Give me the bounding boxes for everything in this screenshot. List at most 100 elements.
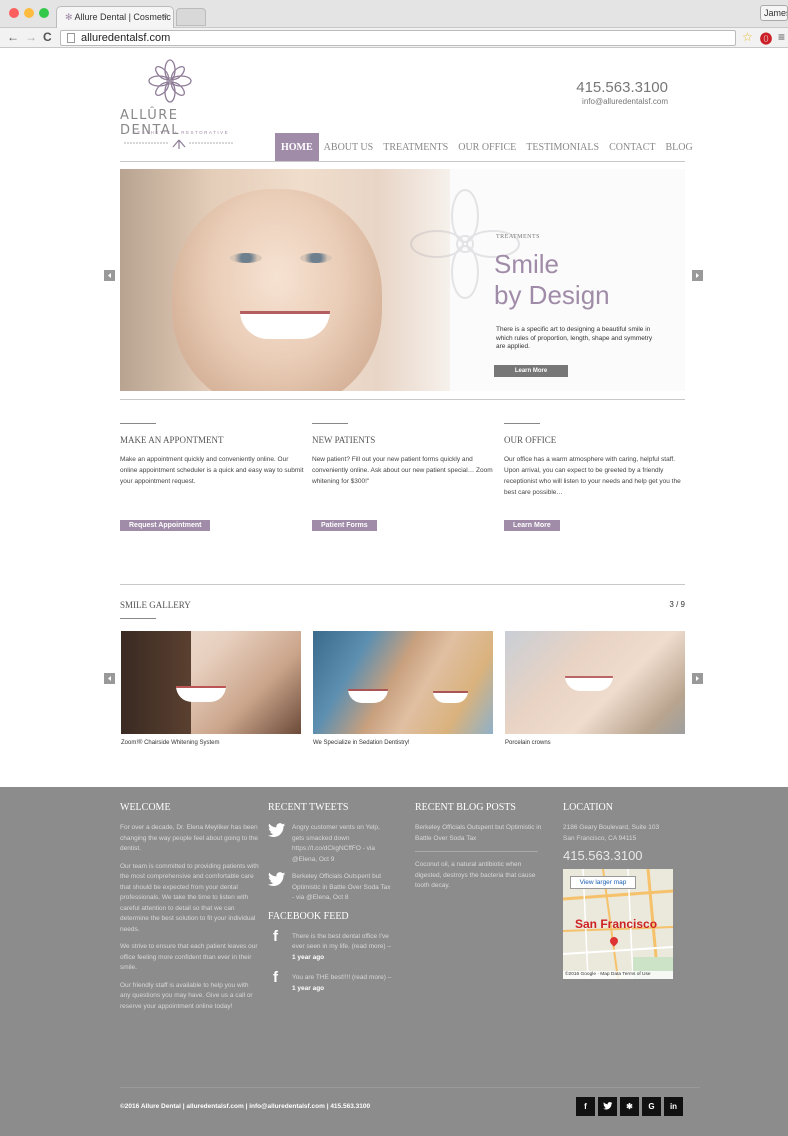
facebook-icon: f	[273, 927, 278, 945]
gallery-image-sedation[interactable]	[313, 631, 493, 734]
hero-next-arrow-icon[interactable]	[692, 270, 703, 281]
gallery-caption-sedation: We Specialize in Sedation Dentistry!	[313, 740, 410, 746]
social-links: f ✱ G in	[576, 1097, 683, 1116]
new-patients-column: NEW PATIENTS New patient? Fill out your …	[312, 423, 497, 532]
gallery-next-arrow-icon[interactable]	[692, 673, 703, 684]
welcome-title: WELCOME	[120, 802, 171, 813]
blog-title: RECENT BLOG POSTS	[415, 802, 516, 813]
office-learn-more-button[interactable]: Learn More	[504, 520, 560, 531]
header-phone[interactable]: 415.563.3100	[576, 79, 668, 96]
footer-phone[interactable]: 415.563.3100	[563, 848, 688, 863]
twitter-icon	[268, 872, 286, 887]
hero-eye-left	[230, 253, 262, 263]
facebook-title: FACEBOOK FEED	[268, 910, 349, 922]
facebook-item[interactable]: f You are THE best!!!! (read more) – 1 y…	[268, 969, 393, 994]
view-larger-map-button[interactable]: View larger map	[570, 876, 636, 889]
nav-blog[interactable]: BLOG	[661, 133, 698, 161]
gallery-image-crowns[interactable]	[505, 631, 685, 734]
reload-icon[interactable]: C	[43, 30, 52, 44]
tab-title: Allure Dental | Cosmetic De	[74, 12, 174, 22]
welcome-paragraph: Our friendly staff is available to help …	[120, 981, 253, 1010]
twitter-social-icon[interactable]	[598, 1097, 617, 1116]
facebook-icon: f	[273, 969, 278, 986]
nav-testimonials[interactable]: TESTIMONIALS	[521, 133, 604, 161]
gallery-title: SMILE GALLERY	[120, 600, 191, 610]
flower-logo-icon	[148, 59, 192, 103]
bookmark-star-icon[interactable]: ☆	[742, 30, 753, 44]
new-tab-button[interactable]	[176, 8, 206, 26]
request-appointment-button[interactable]: Request Appointment	[120, 520, 211, 531]
forward-icon[interactable]: →	[25, 30, 37, 44]
patient-forms-button[interactable]: Patient Forms	[312, 520, 377, 531]
gallery-caption-crowns: Porcelain crowns	[505, 740, 551, 746]
nav-home[interactable]: HOME	[275, 133, 319, 161]
footer-divider	[120, 1087, 700, 1088]
logo-tagline: AESTHETIC + RESTORATIVE	[132, 130, 230, 135]
footer-tweets: RECENT TWEETS Angry customer vents on Ye…	[268, 802, 393, 1004]
hero-smile	[240, 311, 330, 339]
facebook-item[interactable]: f There is the best dental office I've e…	[268, 927, 393, 964]
browser-tab-bar: ✻ Allure Dental | Cosmetic De × James	[0, 0, 788, 28]
nav-our-office[interactable]: OUR OFFICE	[453, 133, 521, 161]
page-icon	[67, 33, 75, 43]
nav-divider	[120, 161, 685, 162]
site-footer: WELCOME For over a decade, Dr. Elena Mey…	[0, 787, 788, 1136]
blog-post-link[interactable]: Coconut oil, a natural antibiotic when d…	[415, 860, 543, 892]
facebook-social-icon[interactable]: f	[576, 1097, 595, 1116]
hero-model-image	[120, 169, 450, 391]
minimize-window-button[interactable]	[24, 8, 34, 18]
tweet-item[interactable]: Angry customer vents on Yelp, gets smack…	[268, 823, 393, 865]
browser-tab[interactable]: ✻ Allure Dental | Cosmetic De ×	[56, 6, 174, 28]
gallery-prev-arrow-icon[interactable]	[104, 673, 115, 684]
address-bar[interactable]: alluredentalsf.com	[60, 30, 736, 46]
nav-about-us[interactable]: ABOUT US	[319, 133, 379, 161]
hero-title: Smile by Design	[494, 249, 610, 310]
maximize-window-button[interactable]	[39, 8, 49, 18]
linkedin-social-icon[interactable]: in	[664, 1097, 683, 1116]
hero-text: There is a specific art to designing a b…	[496, 326, 653, 350]
hero-learn-more-button[interactable]: Learn More	[494, 365, 568, 377]
close-window-button[interactable]	[9, 8, 19, 18]
hero-slide: TREATMENTS Smile by Design There is a sp…	[120, 169, 685, 391]
tweets-title: RECENT TWEETS	[268, 802, 349, 813]
gallery-image-whitening[interactable]	[121, 631, 301, 734]
close-tab-icon[interactable]: ×	[163, 11, 168, 21]
profile-button[interactable]: James	[760, 5, 788, 21]
appointment-column: MAKE AN APPONTMENT Make an appointment q…	[120, 423, 305, 532]
our-office-column: OUR OFFICE Our office has a warm atmosph…	[504, 423, 689, 532]
google-plus-social-icon[interactable]: G	[642, 1097, 661, 1116]
hero-eye-right	[300, 253, 332, 263]
welcome-paragraph: We strive to ensure that each patient le…	[120, 943, 258, 971]
copyright: ©2016 Allure Dental | alluredentalsf.com…	[120, 1103, 371, 1110]
blog-post-link[interactable]: Berkeley Officials Outspent but Optimist…	[415, 823, 543, 844]
map-city-label: San Francisco	[575, 917, 658, 931]
gallery-caption-whitening: Zoom!® Chairside Whitening System	[121, 740, 220, 746]
welcome-paragraph: For over a decade, Dr. Elena Meyliker ha…	[120, 824, 259, 852]
appointment-text: Make an appointment quickly and convenie…	[120, 456, 304, 485]
footer-blog: RECENT BLOG POSTS Berkeley Officials Out…	[415, 802, 543, 899]
tab-favicon-icon: ✻	[65, 12, 75, 22]
gallery-counter: 3 / 9	[669, 600, 685, 609]
nav-treatments[interactable]: TREATMENTS	[378, 133, 453, 161]
hero-divider	[120, 399, 685, 400]
pinterest-extension-icon[interactable]: ⓿	[760, 30, 772, 47]
tweet-item[interactable]: Berkeley Officials Outspent but Optimist…	[268, 872, 393, 904]
header-email[interactable]: info@alluredentalsf.com	[582, 97, 668, 106]
yelp-social-icon[interactable]: ✱	[620, 1097, 639, 1116]
location-map[interactable]: View larger map San Francisco ©2016 Goog…	[563, 869, 673, 979]
twitter-icon	[268, 823, 286, 838]
map-attribution: ©2016 Google · Map Data Terms of Use	[563, 971, 673, 979]
nav-contact[interactable]: CONTACT	[604, 133, 660, 161]
logo-divider-icon	[124, 139, 234, 149]
welcome-paragraph: Our team is committed to providing patie…	[120, 862, 259, 933]
hero-prev-arrow-icon[interactable]	[104, 270, 115, 281]
new-patients-title: NEW PATIENTS	[312, 435, 376, 445]
menu-icon[interactable]: ≡	[778, 30, 785, 44]
browser-toolbar: ← → C alluredentalsf.com ☆ ⓿ ≡	[0, 28, 788, 48]
our-office-text: Our office has a warm atmosphere with ca…	[504, 456, 681, 496]
our-office-title: OUR OFFICE	[504, 435, 557, 445]
site-logo[interactable]: ALLÛRE DENTAL AESTHETIC + RESTORATIVE	[120, 58, 240, 156]
back-icon[interactable]: ←	[7, 30, 19, 44]
appointment-title: MAKE AN APPONTMENT	[120, 435, 224, 445]
address: 2186 Geary Boulevard, Suite 103 San Franc…	[563, 824, 660, 842]
